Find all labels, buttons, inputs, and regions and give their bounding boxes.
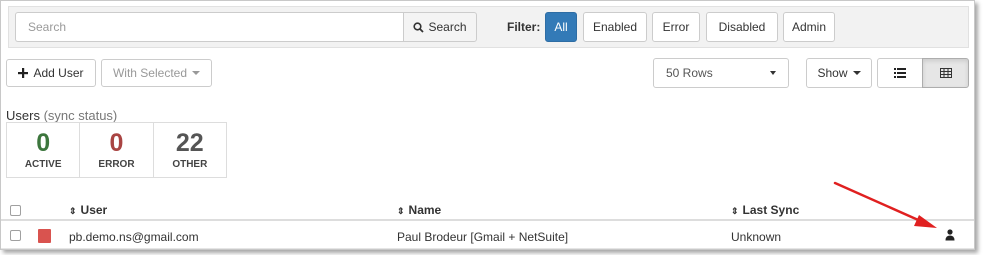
stats-heading: Users (sync status) [6, 108, 117, 123]
filter-error-button[interactable]: Error [652, 12, 700, 42]
list-view-button[interactable] [877, 58, 923, 88]
show-columns-dropdown[interactable]: Show [806, 58, 872, 88]
with-selected-label: With Selected [112, 66, 188, 80]
search-button[interactable]: Search [403, 12, 477, 42]
column-header-last-sync[interactable]: ⇕ Last Sync [731, 203, 799, 217]
chevron-down-icon [192, 71, 201, 75]
filter-disabled-button[interactable]: Disabled [706, 12, 778, 42]
stat-active: 0 ACTIVE [7, 123, 81, 177]
search-button-label: Search [428, 20, 467, 34]
sort-icon: ⇕ [397, 206, 405, 216]
stats-subtitle: (sync status) [43, 108, 118, 123]
filter-label: Filter: [507, 20, 541, 34]
cell-last-sync: Unknown [731, 230, 782, 244]
stat-active-value: 0 [36, 129, 51, 157]
add-user-label: Add User [33, 66, 84, 80]
sort-icon: ⇕ [69, 206, 77, 216]
app-window: Search Filter: All Enabled Error Disable… [0, 0, 975, 250]
filter-admin-button[interactable]: Admin [783, 12, 835, 42]
column-header-name[interactable]: ⇕ Name [397, 203, 441, 217]
filter-all-button[interactable]: All [545, 12, 577, 42]
stat-error-value: 0 [109, 129, 124, 157]
show-label: Show [817, 66, 848, 80]
stat-other-value: 22 [175, 129, 204, 157]
stat-other-label: OTHER [172, 159, 208, 170]
cell-name: Paul Brodeur [Gmail + NetSuite] [397, 230, 569, 244]
list-icon [894, 68, 906, 78]
with-selected-dropdown[interactable]: With Selected [101, 59, 212, 87]
stats-title: Users [6, 108, 40, 123]
search-input[interactable] [15, 12, 403, 42]
chevron-down-icon [852, 71, 861, 75]
table-row[interactable]: pb.demo.ns@gmail.com Paul Brodeur [Gmail… [1, 223, 974, 249]
user-icon[interactable] [945, 229, 955, 241]
filter-enabled-button[interactable]: Enabled [583, 12, 647, 42]
sync-status-stats: 0 ACTIVE 0 ERROR 22 OTHER [6, 122, 227, 178]
column-header-user[interactable]: ⇕ User [69, 203, 107, 217]
sort-icon: ⇕ [731, 206, 739, 216]
grid-view-button[interactable] [922, 58, 969, 88]
users-table-header: ⇕ User ⇕ Name ⇕ Last Sync [1, 199, 974, 221]
status-indicator [38, 229, 51, 243]
rows-per-page-select[interactable]: 50 Rows [653, 58, 789, 88]
select-all-checkbox[interactable] [10, 205, 21, 216]
cell-user[interactable]: pb.demo.ns@gmail.com [69, 230, 199, 244]
rows-per-page-value: 50 Rows [666, 66, 713, 80]
search-icon [413, 21, 425, 33]
stat-active-label: ACTIVE [24, 159, 62, 170]
filter-bar: Search Filter: All Enabled Error Disable… [8, 6, 969, 48]
row-checkbox[interactable] [10, 230, 21, 241]
stat-error-label: ERROR [98, 159, 135, 170]
chevron-down-icon [770, 71, 776, 75]
grid-icon [939, 68, 952, 78]
stat-other: 22 OTHER [154, 123, 226, 177]
stat-error: 0 ERROR [80, 123, 154, 177]
add-user-button[interactable]: Add User [6, 59, 96, 87]
plus-icon [18, 68, 29, 78]
